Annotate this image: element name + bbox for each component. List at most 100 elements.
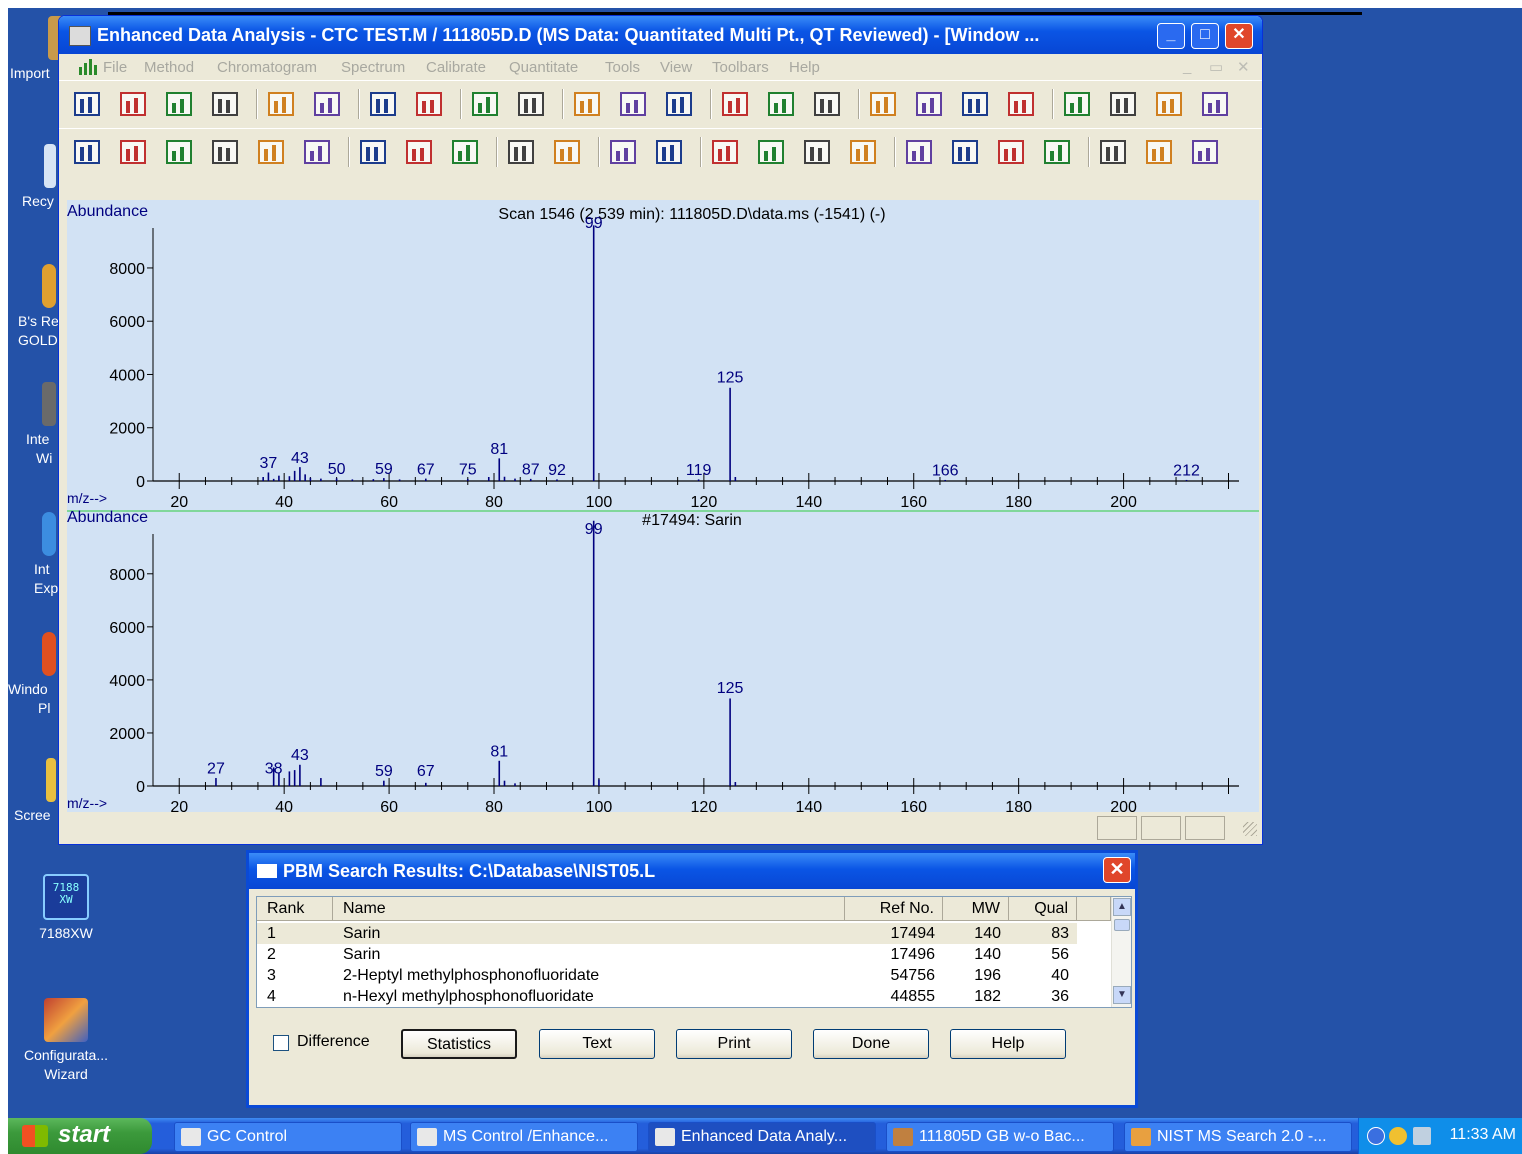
dialog-close-button[interactable]: ✕ [1103,857,1131,883]
task-111805d[interactable]: 111805D GB w-o Bac... [886,1122,1114,1152]
table-row[interactable]: 1 Sarin 17494 140 83 [257,923,1077,944]
red-bar-icon[interactable] [1189,137,1221,167]
scan-sim-icon[interactable] [367,89,399,119]
table-row[interactable]: 2 Sarin 17496 140 56 [257,944,1077,965]
list-scrollbar[interactable]: ▲ ▼ [1111,897,1131,1007]
task-gc-control[interactable]: GC Control [174,1122,402,1152]
text-button[interactable]: Text [539,1029,655,1059]
resize-grip[interactable] [1243,822,1257,836]
hammer-2-icon[interactable] [1107,89,1139,119]
sim-icon[interactable] [413,89,445,119]
peak-find-icon[interactable] [357,137,389,167]
column-header-ref-no[interactable]: Ref No. [845,897,943,921]
child-close-button[interactable]: ✕ [1237,58,1250,76]
color-icon[interactable] [663,89,695,119]
table-row[interactable]: 3 2-Heptyl methylphosphonofluoridate 547… [257,965,1077,986]
menu-quantitate[interactable]: Quantitate [509,59,578,76]
edit-icon[interactable] [867,89,899,119]
results-list[interactable]: Rank Name Ref No. MW Qual 1 Sarin 17494 … [256,896,1132,1008]
text-icon[interactable] [617,89,649,119]
chart-check-icon[interactable] [709,137,741,167]
hammer-4-icon[interactable] [1199,89,1231,119]
menu-view[interactable]: View [660,59,692,76]
notes-icon[interactable] [765,89,797,119]
column-header-qual[interactable]: Qual [1009,897,1077,921]
task-enhanced-data-analysis[interactable]: Enhanced Data Analy... [648,1122,876,1152]
menu-file[interactable]: File [103,59,127,76]
done-button[interactable]: Done [813,1029,929,1059]
peak-icon[interactable] [913,89,945,119]
compass-icon[interactable] [71,137,103,167]
chart-up-icon[interactable] [801,137,833,167]
bank-icon[interactable] [551,137,583,167]
save-file-icon[interactable] [163,89,195,119]
hammer-1-icon[interactable] [1061,89,1093,119]
app-icon[interactable] [69,26,91,46]
child-restore-button[interactable]: ▭ [1209,58,1223,76]
hammer-3-icon[interactable] [1153,89,1185,119]
help-button[interactable]: Help [950,1029,1066,1059]
menu-chromatogram[interactable]: Chromatogram [217,59,317,76]
paste-icon[interactable] [903,137,935,167]
maximize-button[interactable]: □ [1191,23,1219,49]
network-icon[interactable] [1413,1127,1431,1145]
menu-method[interactable]: Method [144,59,194,76]
ratio-icon[interactable] [449,137,481,167]
integrate-icon[interactable] [163,137,195,167]
task-nist-ms-search[interactable]: NIST MS Search 2.0 -... [1124,1122,1352,1152]
mz-icon[interactable] [209,137,241,167]
ab-check-icon[interactable] [1097,137,1129,167]
doc-copy-icon[interactable] [847,137,879,167]
column-header-mw[interactable]: MW [943,897,1009,921]
minimize-button[interactable]: _ [1157,23,1185,49]
desktop-icon-configuration-wizard[interactable]: Configurata... Wizard [8,998,124,1084]
dialog-titlebar[interactable]: PBM Search Results: C:\Database\NIST05.L… [249,853,1135,889]
child-minimize-button[interactable]: _ [1183,58,1191,75]
bar-stats-icon[interactable] [505,137,537,167]
building-icon[interactable] [607,137,639,167]
export-icon[interactable] [301,137,333,167]
tray-expand-icon[interactable] [1367,1127,1385,1145]
statistics-button[interactable]: Statistics [401,1029,517,1059]
stop-icon[interactable] [571,89,603,119]
scroll-up-icon[interactable]: ▲ [1113,898,1131,916]
report-icon[interactable] [515,89,547,119]
column-header-rank[interactable]: Rank [257,897,333,921]
window-titlebar[interactable]: Enhanced Data Analysis - CTC TEST.M / 11… [59,16,1262,54]
close-button[interactable]: ✕ [1225,23,1253,49]
chart-edit-icon[interactable] [755,137,787,167]
menu-toolbars[interactable]: Toolbars [712,59,769,76]
menu-help[interactable]: Help [789,59,820,76]
spectrum-plot-area[interactable]: Abundance Scan 1546 (2.539 min): 111805D.… [67,200,1259,812]
printer-doc-icon[interactable] [1041,137,1073,167]
hand-icon[interactable] [1143,137,1175,167]
desktop-icon-7188xw[interactable]: 7188 XW 7188XW [8,874,124,943]
menu-calibrate[interactable]: Calibrate [426,59,486,76]
security-shield-icon[interactable] [1389,1127,1407,1145]
chromatogram-icon[interactable] [117,137,149,167]
select-mode-icon[interactable] [71,89,103,119]
column-header-name[interactable]: Name [333,897,845,921]
difference-checkbox[interactable] [273,1035,289,1051]
spectrum-view-icon[interactable] [1005,89,1037,119]
peak-list-icon[interactable] [403,137,435,167]
run-icon[interactable] [209,89,241,119]
task-ms-control[interactable]: MS Control /Enhance... [410,1122,638,1152]
scroll-thumb[interactable] [1114,919,1130,931]
start-button[interactable]: start [8,1118,152,1154]
copy-icon[interactable] [469,89,501,119]
tape-icon[interactable] [265,89,297,119]
print-copy-icon[interactable] [949,137,981,167]
doc-icon[interactable] [995,137,1027,167]
menu-spectrum[interactable]: Spectrum [341,59,405,76]
table-row[interactable]: 4 n-Hexyl methylphosphonofluoridate 4485… [257,986,1077,1007]
blank-page-icon[interactable] [653,137,685,167]
print-icon[interactable] [311,89,343,119]
load-file-icon[interactable] [117,89,149,119]
card-icon[interactable] [811,89,843,119]
library-icon[interactable] [959,89,991,119]
print-button[interactable]: Print [676,1029,792,1059]
tree-icon[interactable] [719,89,751,119]
document-icon[interactable] [77,57,99,77]
scroll-down-icon[interactable]: ▼ [1113,986,1131,1004]
